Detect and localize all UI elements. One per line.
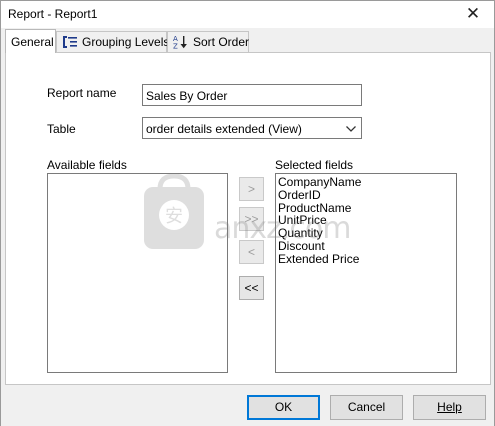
remove-field-button[interactable]: <	[239, 240, 264, 264]
report-name-label: Report name	[47, 86, 117, 100]
report-name-value: Sales By Order	[146, 89, 228, 103]
tab-sort-order-label: Sort Order	[193, 35, 250, 49]
selected-fields-label: Selected fields	[275, 158, 354, 172]
grouping-levels-icon	[62, 35, 78, 49]
tab-grouping-levels-label: Grouping Levels	[82, 35, 170, 49]
button-bar: OK Cancel Help	[1, 385, 494, 426]
table-select[interactable]: order details extended (View)	[142, 117, 362, 139]
available-fields-label: Available fields	[47, 158, 127, 172]
list-item[interactable]: OrderID	[276, 188, 456, 202]
tab-strip: General Grouping Levels A Z Sort Order	[5, 29, 491, 53]
tab-general[interactable]: General	[5, 29, 56, 53]
available-fields-list[interactable]	[47, 173, 228, 373]
help-button-label: Help	[437, 400, 462, 414]
help-button[interactable]: Help	[413, 395, 486, 420]
list-item[interactable]: CompanyName	[276, 176, 456, 189]
add-all-fields-button[interactable]: >>	[239, 207, 264, 231]
tab-grouping-levels[interactable]: Grouping Levels	[56, 31, 170, 52]
title-bar: Report - Report1 ✕	[1, 1, 494, 28]
list-item[interactable]: Extended Price	[276, 252, 456, 266]
remove-all-fields-button[interactable]: <<	[239, 276, 264, 300]
table-select-value: order details extended (View)	[146, 122, 302, 136]
table-label: Table	[47, 122, 76, 136]
list-item[interactable]: Discount	[276, 240, 456, 253]
report-dialog: Report - Report1 ✕ General Grouping Leve…	[0, 0, 495, 426]
add-field-button[interactable]: >	[239, 177, 264, 201]
cancel-button[interactable]: Cancel	[330, 395, 403, 420]
ok-button[interactable]: OK	[247, 395, 320, 420]
selected-fields-list[interactable]: CompanyName OrderID ProductName UnitPric…	[275, 173, 457, 373]
general-panel: Report name Sales By Order Table order d…	[5, 52, 491, 385]
tab-sort-order[interactable]: A Z Sort Order	[167, 31, 249, 52]
window-title: Report - Report1	[8, 7, 98, 21]
report-name-input[interactable]: Sales By Order	[142, 84, 362, 106]
tab-general-label: General	[11, 34, 54, 49]
svg-text:Z: Z	[173, 43, 178, 50]
close-icon[interactable]: ✕	[456, 2, 490, 26]
sort-az-icon: A Z	[173, 35, 189, 51]
chevron-down-icon[interactable]	[345, 123, 357, 133]
